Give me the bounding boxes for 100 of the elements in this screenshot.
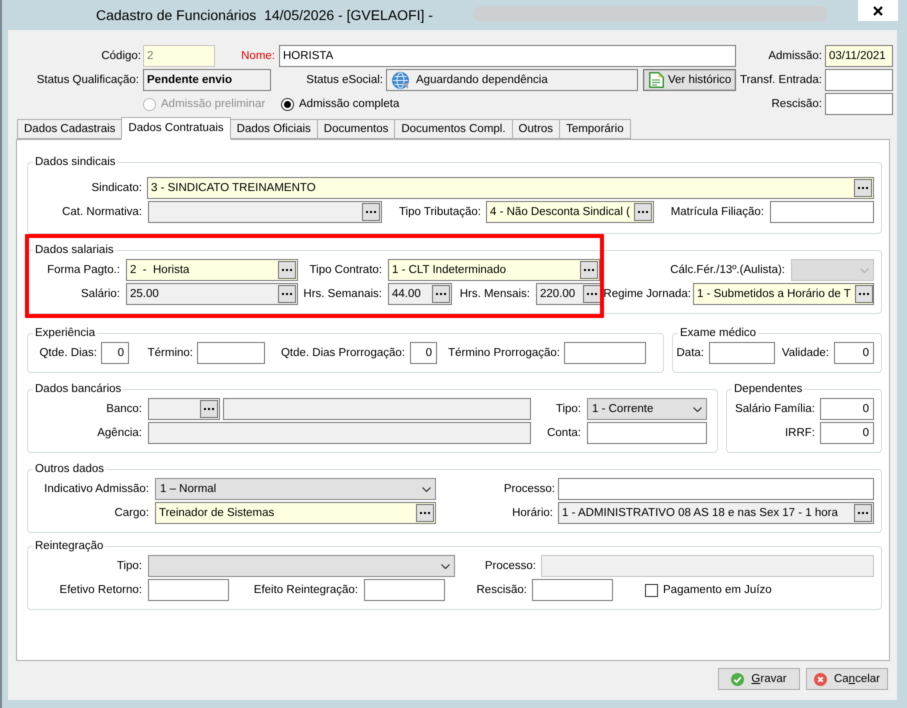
dropdown-field[interactable]: 1 - Corrente xyxy=(587,398,707,420)
lookup-field[interactable] xyxy=(148,398,220,420)
checkbox-option[interactable]: Pagamento em Juízo xyxy=(645,583,772,597)
text-field[interactable] xyxy=(587,422,707,444)
lookup-field[interactable]: 2 - Horista xyxy=(126,259,298,281)
text-field[interactable] xyxy=(770,201,874,223)
lookup-button[interactable] xyxy=(432,285,450,303)
group-title: Dados salariais xyxy=(34,243,115,257)
lookup-button[interactable] xyxy=(278,285,296,303)
lookup-button[interactable] xyxy=(854,285,873,303)
number-field[interactable]: 0 xyxy=(410,342,437,364)
group-title: Dependentes xyxy=(733,382,804,396)
text-field[interactable] xyxy=(825,69,893,91)
field-label: Sindicato: xyxy=(91,181,142,195)
lookup-field[interactable]: 1 - Submetidos a Horário de T xyxy=(693,283,874,305)
number-field[interactable]: 0 xyxy=(820,422,874,444)
lookup-button[interactable] xyxy=(278,261,296,279)
lookup-field[interactable]: 220.00 xyxy=(536,283,603,305)
field-label: Código: xyxy=(101,49,141,63)
field-label: Admissão: xyxy=(768,49,822,63)
field-label: Término: xyxy=(148,346,193,360)
window-title: Cadastro de Funcionários 14/05/2026 - [GVELAOFI] - xyxy=(96,6,433,24)
lookup-field[interactable]: 25.00 xyxy=(126,283,298,305)
text-field[interactable] xyxy=(148,579,229,601)
lookup-button[interactable] xyxy=(854,179,872,197)
lookup-field[interactable]: 1 - CLT Indeterminado xyxy=(388,259,600,281)
group-title: Dados sindicais xyxy=(34,155,117,169)
field-label: Término Prorrogação: xyxy=(448,346,560,360)
text-field[interactable] xyxy=(564,342,646,364)
field-label: Processo: xyxy=(504,482,555,496)
text-field[interactable] xyxy=(709,342,775,364)
text-field[interactable]: Pendente envio xyxy=(143,69,271,91)
text-field[interactable] xyxy=(223,398,531,420)
radio-option[interactable]: Admissão completa xyxy=(281,97,400,111)
close-button[interactable] xyxy=(858,0,898,21)
field-label: Tipo Contrato: xyxy=(310,263,382,277)
status-field[interactable]: Aguardando dependência xyxy=(386,69,638,91)
field-label: Tipo: xyxy=(556,402,581,416)
field-label: Regime Jornada: xyxy=(603,287,691,301)
lookup-button[interactable] xyxy=(634,203,652,221)
tab[interactable]: Dados Contratuais xyxy=(121,117,231,140)
text-field[interactable] xyxy=(197,342,265,364)
lookup-field[interactable]: 1 - ADMINISTRATIVO 08 AS 18 e nas Sex 17 - 1 hora xyxy=(558,502,874,524)
field-label: Cat. Normativa: xyxy=(62,205,142,219)
lookup-field[interactable] xyxy=(148,201,382,223)
tab[interactable]: Dados Cadastrais xyxy=(17,119,122,139)
text-field[interactable] xyxy=(148,422,531,444)
cancel-button[interactable]: Cancelar xyxy=(806,668,888,690)
field-label: Transf. Entrada: xyxy=(740,73,822,87)
dropdown-field[interactable] xyxy=(148,555,455,577)
chevron-down-icon xyxy=(860,268,869,272)
text-field[interactable] xyxy=(825,93,893,115)
tab[interactable]: Documentos Compl. xyxy=(394,119,513,139)
field-label: Cargo: xyxy=(114,506,149,520)
tab[interactable]: Documentos xyxy=(316,119,396,139)
lookup-button[interactable] xyxy=(416,504,434,522)
lookup-field[interactable]: 4 - Não Desconta Sindical ( xyxy=(486,201,654,223)
text-field[interactable] xyxy=(532,579,613,601)
field-label: Salário Família: xyxy=(735,402,815,416)
field-label: Efeito Reintegração: xyxy=(254,583,358,597)
field-label: Conta: xyxy=(547,426,581,440)
number-field[interactable]: 0 xyxy=(820,398,874,420)
tab[interactable]: Temporário xyxy=(559,119,631,139)
field-label: Qtde. Dias: xyxy=(39,346,97,360)
lookup-button[interactable] xyxy=(854,504,872,522)
text-field[interactable]: 03/11/2021 xyxy=(825,45,893,67)
tab[interactable]: Outros xyxy=(512,119,560,139)
field-label: IRRF: xyxy=(784,426,815,440)
chevron-down-icon xyxy=(441,564,450,568)
chevron-down-icon xyxy=(422,486,431,492)
field-label: Cálc.Fér./13º.(Aulista): xyxy=(670,263,785,277)
field-label: Rescisão: xyxy=(772,97,822,111)
field-label: Hrs. Mensais: xyxy=(460,287,530,301)
lookup-field[interactable]: Treinador de Sistemas xyxy=(155,502,436,524)
dropdown-field[interactable]: 1 – Normal xyxy=(155,478,436,500)
number-field[interactable]: 0 xyxy=(101,342,129,364)
lookup-button[interactable] xyxy=(200,400,218,418)
field-label: Efetivo Retorno: xyxy=(60,583,142,597)
group-title: Experiência xyxy=(34,326,96,340)
lookup-button[interactable] xyxy=(583,285,601,303)
text-field[interactable] xyxy=(364,579,445,601)
field-label: Hrs. Semanais: xyxy=(303,287,382,301)
tab[interactable]: Dados Oficiais xyxy=(230,119,318,139)
history-button[interactable]: Ver histórico xyxy=(643,69,736,91)
globe-icon xyxy=(392,72,409,88)
field-label: Agência: xyxy=(97,426,142,440)
save-button[interactable]: Gravar xyxy=(718,668,800,690)
number-field[interactable]: 0 xyxy=(834,342,874,364)
field-label: Indicativo Admissão: xyxy=(44,482,149,496)
text-field[interactable] xyxy=(558,478,874,500)
lookup-button[interactable] xyxy=(580,261,598,279)
lookup-button[interactable] xyxy=(362,203,380,221)
field-label: Forma Pagto.: xyxy=(47,263,120,277)
group-title: Dados bancários xyxy=(34,382,122,396)
lookup-field[interactable]: 3 - SINDICATO TREINAMENTO xyxy=(147,177,874,199)
lookup-field[interactable]: 44.00 xyxy=(388,283,452,305)
check-circle-icon xyxy=(731,672,744,686)
text-field[interactable]: HORISTA xyxy=(279,45,736,67)
field-label: Qtde. Dias Prorrogação: xyxy=(280,346,405,360)
document-icon xyxy=(648,72,664,88)
